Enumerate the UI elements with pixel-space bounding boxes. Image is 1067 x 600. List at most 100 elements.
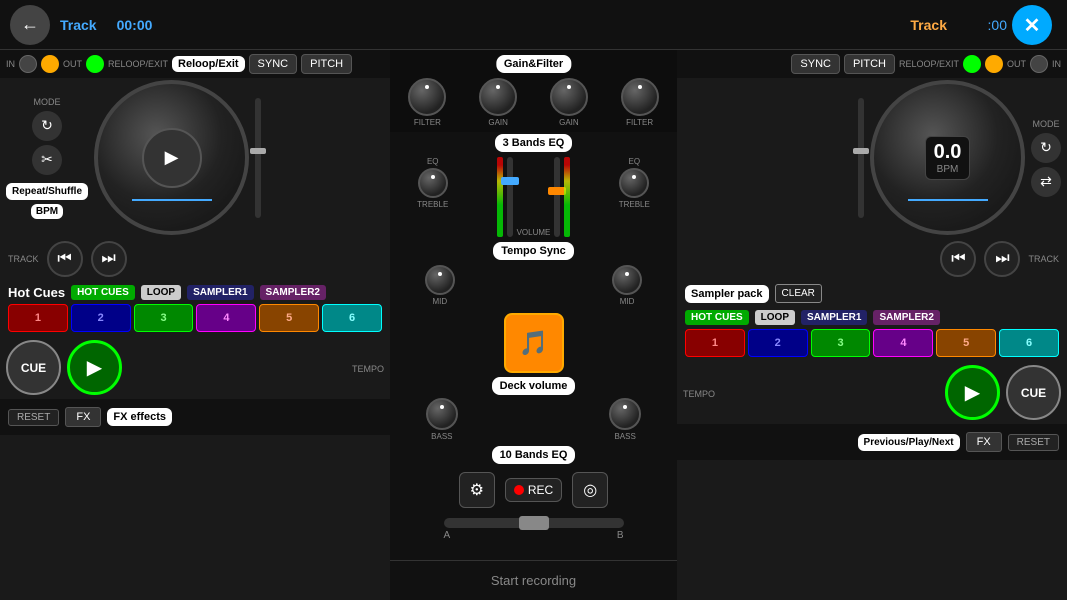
repeat-icon-left[interactable]: ↻	[32, 111, 62, 141]
gain-knob-right[interactable]	[550, 78, 588, 116]
bottom-bar-left: RESET FX FX effects	[0, 399, 390, 435]
cue-button-right[interactable]: CUE	[1006, 365, 1061, 420]
hc-btn-6-right[interactable]: 6	[999, 329, 1059, 357]
shuffle-icon-left[interactable]: ✂	[32, 145, 62, 175]
track-label-sm-left: TRACK	[8, 254, 39, 264]
vol-thumb-left[interactable]	[501, 177, 519, 185]
repeat-icon-right[interactable]: ↻	[1031, 133, 1061, 163]
next-track-button-right[interactable]: ⏭	[984, 241, 1020, 277]
reloop-label-right: RELOOP/EXIT	[899, 59, 959, 69]
crossfader-a-label: A	[444, 530, 451, 541]
jog-wheel-right[interactable]: 0.0 BPM	[870, 80, 1025, 235]
tab-loop-right[interactable]: LOOP	[755, 310, 795, 325]
out-label-left: OUT	[63, 59, 82, 69]
hc-btn-2-left[interactable]: 2	[71, 304, 131, 332]
back-button[interactable]: ←	[10, 5, 50, 45]
treble-knob-right[interactable]	[619, 168, 649, 198]
pitch-thumb-right[interactable]	[853, 148, 869, 154]
crossfader-area: A B	[390, 514, 677, 545]
bass-knob-right[interactable]	[609, 398, 641, 430]
mode-label-right: MODE	[1033, 119, 1060, 129]
left-deck-top-controls: IN OUT RELOOP/EXIT Reloop/Exit SYNC PITC…	[0, 50, 390, 78]
fx-button-right[interactable]: FX	[966, 432, 1002, 452]
mid-knob-left[interactable]	[425, 265, 455, 295]
hc-btn-4-right[interactable]: 4	[873, 329, 933, 357]
clear-button-right[interactable]: CLEAR	[775, 284, 822, 303]
target-button[interactable]: ◎	[572, 472, 608, 508]
close-button[interactable]: ✕	[1012, 5, 1052, 45]
track-controls-left: TRACK ⏮ ⏭	[0, 237, 390, 281]
hc-btn-3-right[interactable]: 3	[811, 329, 871, 357]
crossfader[interactable]	[444, 518, 624, 528]
vol-fader-left[interactable]	[507, 157, 513, 237]
play-button-left[interactable]: ▶	[67, 340, 122, 395]
reset-button-left[interactable]: RESET	[8, 409, 59, 426]
pitch-slider-left[interactable]	[255, 98, 261, 218]
in-dot-left[interactable]	[19, 55, 37, 73]
mid-label-left: MID	[432, 297, 447, 306]
eq-settings-button[interactable]: ⚙	[459, 472, 495, 508]
fx-button-left[interactable]: FX	[65, 407, 101, 427]
repeat-shuffle-tooltip: Repeat/Shuffle	[6, 183, 88, 200]
volume-label: VOLUME	[517, 228, 551, 237]
start-recording-label[interactable]: Start recording	[491, 573, 576, 588]
tempo-label-right: TEMPO	[683, 389, 715, 399]
tempo-label-left: TEMPO	[352, 364, 384, 374]
pitch-slider-right[interactable]	[858, 98, 864, 218]
tab-sampler1-right[interactable]: SAMPLER1	[801, 310, 867, 325]
reloop-exit-button-left[interactable]: Reloop/Exit	[172, 56, 245, 72]
prev-track-button-left[interactable]: ⏮	[47, 241, 83, 277]
play-button-right[interactable]: ▶	[945, 365, 1000, 420]
eq-bass-section: BASS BASS	[390, 395, 677, 444]
jog-inner-left[interactable]: ▶	[142, 128, 202, 188]
out-dot-right[interactable]	[985, 55, 1003, 73]
reloop-dot-left[interactable]	[86, 55, 104, 73]
tab-loop-left[interactable]: LOOP	[141, 285, 181, 300]
jog-wheel-left[interactable]: ▶	[94, 80, 249, 235]
fx-effects-tooltip-left: FX effects	[107, 408, 172, 426]
hc-btn-6-left[interactable]: 6	[322, 304, 382, 332]
mid-knob-right[interactable]	[612, 265, 642, 295]
tab-sampler2-right[interactable]: SAMPLER2	[873, 310, 939, 325]
in-label-right: IN	[1052, 59, 1061, 69]
hc-btn-5-left[interactable]: 5	[259, 304, 319, 332]
sync-button-left[interactable]: SYNC	[249, 54, 298, 74]
tab-hot-cues-left[interactable]: HOT CUES	[71, 285, 135, 300]
treble-knob-left[interactable]	[418, 168, 448, 198]
next-track-button-left[interactable]: ⏭	[91, 241, 127, 277]
add-music-button[interactable]: 🎵	[504, 313, 564, 373]
crossfader-thumb[interactable]	[519, 516, 549, 530]
bass-knob-left[interactable]	[426, 398, 458, 430]
in-dot-right[interactable]	[1030, 55, 1048, 73]
filter-knob-left[interactable]	[408, 78, 446, 116]
filter-knob-right[interactable]	[621, 78, 659, 116]
mixer-controls: ⚙ REC ◎	[390, 466, 677, 514]
hc-btn-5-right[interactable]: 5	[936, 329, 996, 357]
tab-sampler2-left[interactable]: SAMPLER2	[260, 285, 326, 300]
gain-knob-left[interactable]	[479, 78, 517, 116]
cue-button-left[interactable]: CUE	[6, 340, 61, 395]
hc-btn-1-right[interactable]: 1	[685, 329, 745, 357]
hc-btn-2-right[interactable]: 2	[748, 329, 808, 357]
reloop-dot-right[interactable]	[963, 55, 981, 73]
jog-line-right	[908, 199, 988, 201]
mixer: Gain&Filter FILTER GAIN GAIN FILTER 3 Ba…	[390, 50, 677, 600]
tab-hot-cues-right[interactable]: HOT CUES	[685, 310, 749, 325]
tab-sampler1-left[interactable]: SAMPLER1	[187, 285, 253, 300]
pitch-button-left[interactable]: PITCH	[301, 54, 352, 74]
out-dot-left[interactable]	[41, 55, 59, 73]
hc-btn-3-left[interactable]: 3	[134, 304, 194, 332]
pitch-button-right[interactable]: PITCH	[844, 54, 895, 74]
loop-icon-right[interactable]: ⇄	[1031, 167, 1061, 197]
rec-button[interactable]: REC	[505, 478, 562, 502]
filter-label-right: FILTER	[626, 118, 653, 127]
hc-btn-4-left[interactable]: 4	[196, 304, 256, 332]
bass-label-right: BASS	[614, 432, 635, 441]
prev-track-button-right[interactable]: ⏮	[940, 241, 976, 277]
sync-button-right[interactable]: SYNC	[791, 54, 840, 74]
track-controls-right: ⏮ ⏭ TRACK	[677, 237, 1067, 281]
pitch-thumb-left[interactable]	[250, 148, 266, 154]
reset-button-right[interactable]: RESET	[1008, 434, 1059, 451]
hc-btn-1-left[interactable]: 1	[8, 304, 68, 332]
vol-fader-right[interactable]	[554, 157, 560, 237]
